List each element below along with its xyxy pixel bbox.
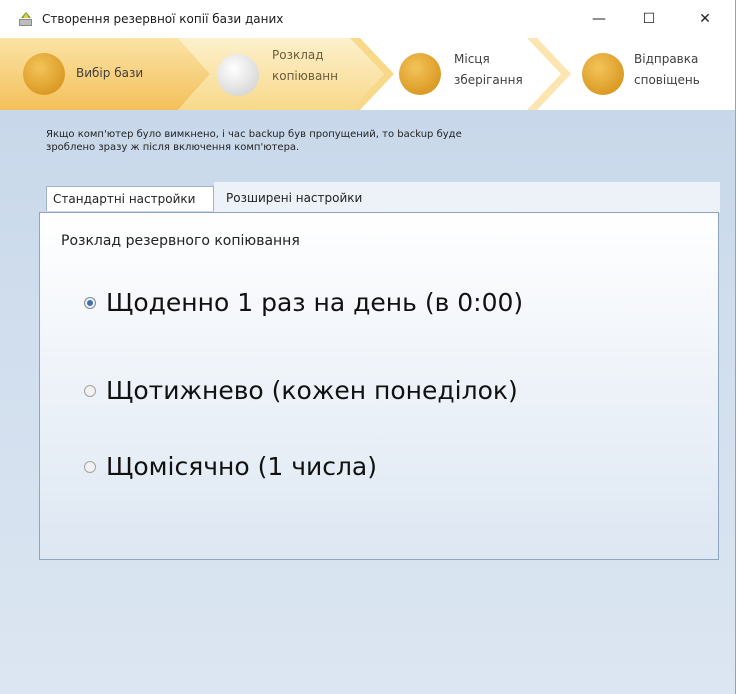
maximize-icon: ☐ [642, 11, 656, 27]
tab-standard-settings[interactable]: Стандартні настройки [46, 186, 214, 211]
minimize-icon: — [592, 11, 606, 27]
schedule-title: Розклад резервного копіювання [61, 233, 300, 249]
step-3-label[interactable]: Місця зберігання [454, 49, 523, 91]
window-title: Створення резервної копії бази даних [42, 12, 284, 26]
step-2-circle [217, 54, 259, 96]
close-button[interactable]: ✕ [682, 0, 728, 38]
app-icon [19, 12, 32, 26]
schedule-panel: Розклад резервного копіювання Щоденно 1 … [39, 212, 719, 560]
close-icon: ✕ [699, 11, 711, 27]
content-area: Якщо комп'ютер було вимкнено, і час back… [0, 110, 735, 694]
info-text: Якщо комп'ютер було вимкнено, і час back… [46, 129, 462, 153]
tab-advanced-settings[interactable]: Розширені настройки [220, 186, 380, 211]
step-1-circle [23, 53, 65, 95]
step-3-circle [399, 53, 441, 95]
radio-daily-indicator[interactable] [84, 296, 96, 309]
radio-monthly-indicator[interactable] [84, 460, 96, 473]
step-2-label[interactable]: Розклад копіюванн [272, 45, 362, 87]
step-1-label[interactable]: Вибір бази [76, 63, 143, 84]
title-bar[interactable]: Створення резервної копії бази даних — ☐… [0, 0, 735, 38]
radio-daily[interactable]: Щоденно 1 раз на день (в 0:00) [84, 288, 523, 317]
radio-monthly-label: Щомісячно (1 числа) [106, 452, 378, 481]
radio-weekly-indicator[interactable] [84, 384, 96, 397]
radio-weekly-label: Щотижнево (кожен понеділок) [106, 376, 518, 405]
minimize-button[interactable]: — [576, 0, 622, 38]
step-4-label[interactable]: Відправка сповіщень [634, 49, 700, 91]
maximize-button[interactable]: ☐ [626, 0, 672, 38]
backup-wizard-window: Створення резервної копії бази даних — ☐… [0, 0, 736, 694]
step-4-circle [582, 53, 624, 95]
radio-monthly[interactable]: Щомісячно (1 числа) [84, 452, 377, 481]
step-4-chevron [527, 38, 571, 110]
radio-weekly[interactable]: Щотижнево (кожен понеділок) [84, 376, 518, 405]
wizard-steps: Вибір бази Розклад копіюванн Місця збері… [0, 38, 735, 110]
radio-daily-label: Щоденно 1 раз на день (в 0:00) [106, 288, 524, 317]
